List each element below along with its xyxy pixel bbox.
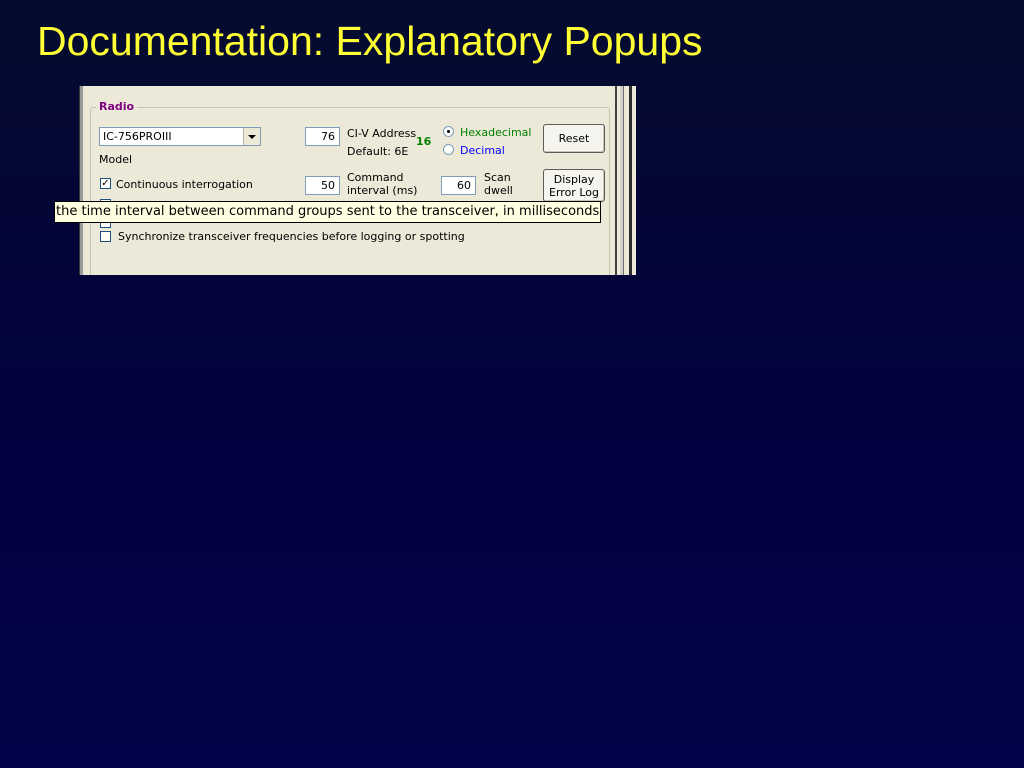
radio-settings-panel: Radio IC-756PROIII Model 76 CI-V Address… [79,86,636,275]
scan-dwell-label-1: Scan [484,171,511,184]
display-error-log-line2: Error Log [549,186,599,199]
decimal-label: Decimal [460,144,505,157]
continuous-interrogation-label: Continuous interrogation [116,178,253,191]
continuous-interrogation-checkbox[interactable]: ✓ [100,178,111,189]
hexadecimal-label: Hexadecimal [460,126,532,139]
model-label: Model [99,153,133,166]
slide-title: Documentation: Explanatory Popups [37,18,703,64]
display-error-log-line1: Display [553,173,595,186]
hexadecimal-radio[interactable] [443,126,454,137]
civ-address-decimal-readout: 16 [416,135,432,148]
panel-left-edge [79,86,83,275]
explanatory-tooltip: the time interval between command groups… [54,201,602,223]
command-interval-label-2: interval (ms) [347,184,418,197]
reset-button[interactable]: Reset [543,124,605,153]
civ-address-label: CI-V Address [347,127,417,140]
scan-dwell-label-2: dwell [484,184,513,197]
command-interval-label-1: Command [347,171,404,184]
chevron-down-icon[interactable] [243,128,260,145]
civ-address-input[interactable]: 76 [305,127,340,146]
model-select[interactable]: IC-756PROIII [99,127,261,146]
display-error-log-button[interactable]: Display Error Log [543,169,605,202]
decimal-radio[interactable] [443,144,454,155]
synchronize-label: Synchronize transceiver frequencies befo… [118,230,465,243]
command-interval-input[interactable]: 50 [305,176,340,195]
model-select-value: IC-756PROIII [103,130,172,143]
radio-group-label: Radio [96,100,138,113]
civ-default-text: Default: 6E [347,145,409,158]
panel-right-edge [615,86,636,275]
synchronize-checkbox[interactable] [100,231,111,242]
scan-dwell-input[interactable]: 60 [441,176,476,195]
